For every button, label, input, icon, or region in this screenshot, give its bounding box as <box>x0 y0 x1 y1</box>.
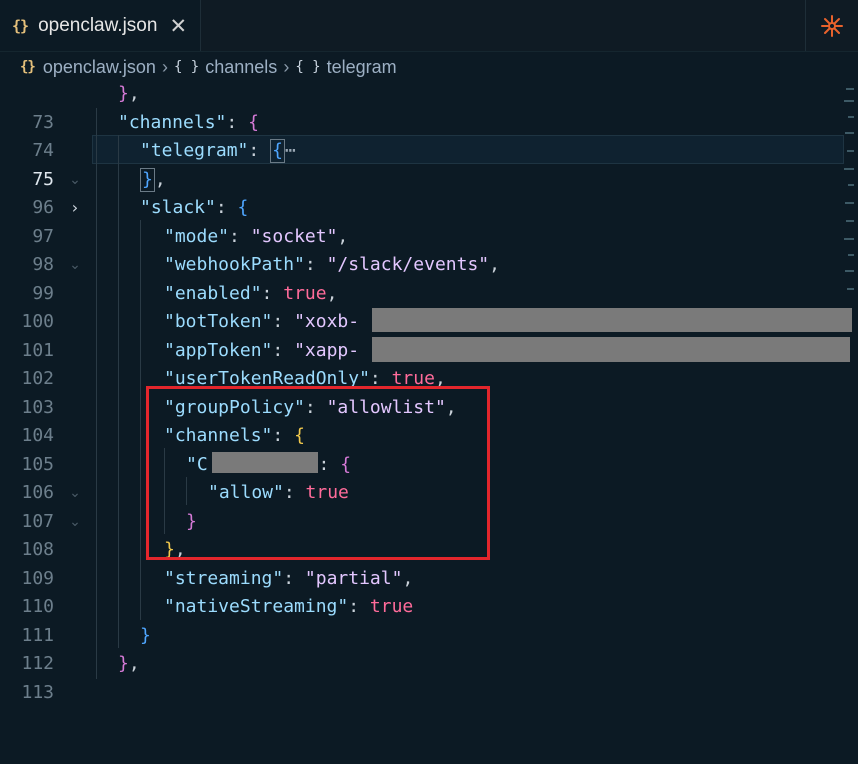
redacted-token <box>372 337 850 362</box>
json-string: "xapp- <box>294 339 360 361</box>
line-number: 113 <box>21 681 54 703</box>
json-key: "enabled" <box>164 282 262 304</box>
object-icon: { } <box>173 59 200 75</box>
breadcrumb-file[interactable]: openclaw.json <box>43 57 156 78</box>
code-line: 97 ⌄ "slack": { <box>0 194 858 273</box>
minimap[interactable] <box>842 80 858 679</box>
json-string: "/slack/events" <box>326 254 490 275</box>
json-key: "channels" <box>118 111 227 133</box>
json-key: "nativeStreaming" <box>164 596 349 617</box>
code-line: 96 }, <box>0 166 858 218</box>
code-line: 99 "webhookPath": "/slack/events", <box>0 251 858 304</box>
json-string: "socket" <box>250 225 338 247</box>
json-string: "partial" <box>304 567 403 589</box>
object-icon: { } <box>295 59 321 75</box>
tab-bar: {} openclaw.json ✕ <box>0 0 858 52</box>
code-editor[interactable]: 73 }, 74 ⌄ "channels": { 75 › "telegram"… <box>0 80 858 703</box>
annotation-highlight-box <box>146 386 490 560</box>
sparkle-button[interactable] <box>805 0 858 51</box>
json-file-icon: {} <box>20 59 36 75</box>
redacted-token <box>372 308 852 332</box>
json-key: "streaming" <box>164 567 284 589</box>
json-key: "slack" <box>140 197 216 218</box>
code-line: 98 "mode": "socket", <box>0 223 858 276</box>
chevron-right-icon: › <box>161 56 168 77</box>
json-key: "webhookPath" <box>164 254 305 275</box>
breadcrumb: {} openclaw.json › { } channels › { } te… <box>0 52 858 82</box>
code-line: 75 › "telegram": {⋯ <box>0 137 858 217</box>
code-line: 113 }, <box>0 650 858 703</box>
breadcrumb-item-channels[interactable]: channels <box>205 57 277 78</box>
json-key: "mode" <box>164 225 230 247</box>
json-boolean: true <box>283 282 327 304</box>
code-line: 112 } <box>0 622 858 675</box>
json-string: "xoxb- <box>294 311 360 332</box>
close-icon[interactable]: ✕ <box>169 14 187 38</box>
code-line: 111 "nativeStreaming": true <box>0 593 858 646</box>
json-key: "telegram" <box>140 140 249 161</box>
json-key: "appToken" <box>164 339 273 361</box>
json-boolean: true <box>369 596 414 617</box>
tab-openclaw-json[interactable]: {} openclaw.json ✕ <box>0 0 201 51</box>
ellipsis-icon[interactable]: ⋯ <box>285 140 296 161</box>
code-line: 73 }, <box>0 80 858 133</box>
json-key: "botToken" <box>164 311 273 332</box>
breadcrumb-item-telegram[interactable]: telegram <box>327 57 397 78</box>
code-line: 74 ⌄ "channels": { <box>0 109 858 188</box>
json-file-icon: {} <box>12 16 29 35</box>
sparkle-icon <box>821 14 843 37</box>
tab-label: openclaw.json <box>38 14 158 36</box>
code-line: 100 "enabled": true, <box>0 280 858 333</box>
code-line: 110 "streaming": "partial", <box>0 565 858 618</box>
chevron-right-icon: › <box>283 56 290 77</box>
